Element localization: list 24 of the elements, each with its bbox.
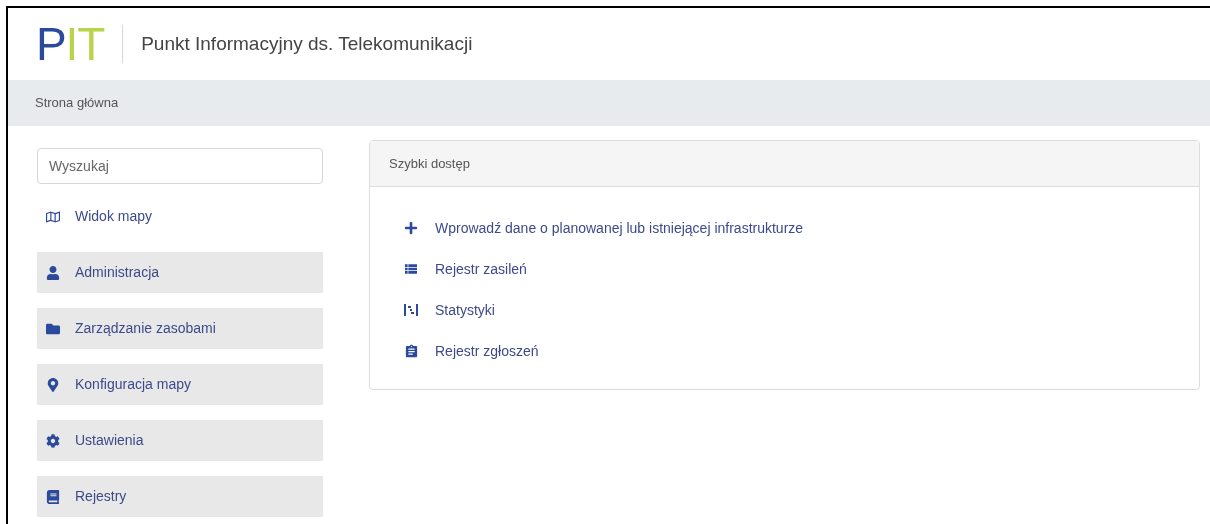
list-icon xyxy=(403,261,419,277)
panel-title: Szybki dostęp xyxy=(389,154,470,173)
breadcrumb[interactable]: Strona główna xyxy=(35,93,119,113)
bracket-chart-icon xyxy=(404,303,418,317)
sidebar-item[interactable]: Ustawienia xyxy=(37,420,323,461)
map-icon xyxy=(46,209,60,224)
sidebar-item[interactable]: Zarządzanie zasobami xyxy=(37,308,323,349)
quick-link[interactable]: Rejestr zgłoszeń xyxy=(435,340,539,362)
search-field[interactable]: Wyszukaj xyxy=(37,148,323,184)
user-icon xyxy=(46,265,60,280)
plus-icon xyxy=(404,221,418,235)
settings-icon xyxy=(46,433,60,448)
quick-link[interactable]: Statystyki xyxy=(435,299,495,321)
logo[interactable]: PIT xyxy=(36,21,105,67)
book-icon xyxy=(46,489,60,504)
quick-link[interactable]: Rejestr zasileń xyxy=(435,258,527,280)
site-title: Punkt Informacyjny ds. Telekomunikacji xyxy=(141,31,473,56)
folder-icon xyxy=(46,321,60,336)
document-icon xyxy=(403,343,419,359)
sidebar-item[interactable]: Rejestry xyxy=(37,476,323,517)
quick-link[interactable]: Wprowadź dane o planowanej lub istniejącej infrastrukturze xyxy=(435,217,804,239)
map-pin-icon xyxy=(46,377,60,392)
sidebar-item[interactable]: Konfiguracja mapy xyxy=(37,364,323,405)
sidebar-item[interactable]: Administracja xyxy=(37,252,323,293)
